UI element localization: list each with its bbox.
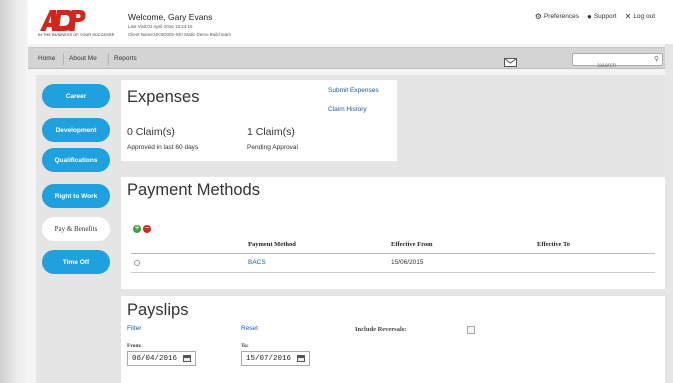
mail-icon[interactable] <box>504 54 517 67</box>
payslips-panel: Payslips Filter Reset Include Reversals:… <box>121 296 665 383</box>
to-date-label: To: <box>241 343 249 349</box>
payment-methods-panel: Payment Methods + − Payment Method Effec… <box>121 177 665 289</box>
speech-bubble-icon: ● <box>586 12 592 21</box>
nav-divider <box>63 53 64 65</box>
logout-link[interactable]: ✕ Log out <box>625 12 655 21</box>
payment-method-radio[interactable] <box>134 260 140 266</box>
claim-history-link[interactable]: Claim History <box>328 106 367 113</box>
submit-expenses-link[interactable]: Submit Expenses <box>328 87 379 94</box>
top-links: ⚙ Preferences ● Support ✕ Log out <box>535 12 655 21</box>
sidebar-item-right-to-work[interactable]: Right to Work <box>42 184 110 208</box>
client-name-text: Client Name:UKSD002-SEI Static Demo Buil… <box>128 32 232 37</box>
approved-claims-count: 0 Claim(s) <box>127 126 175 138</box>
close-icon: ✕ <box>624 12 632 21</box>
search-input[interactable] <box>573 60 653 72</box>
sidebar-item-qualifications[interactable]: Qualifications <box>42 148 110 172</box>
adp-logo[interactable] <box>38 8 86 32</box>
welcome-text: Welcome, Gary Evans <box>128 12 213 22</box>
nav-divider <box>108 53 109 65</box>
payslips-title: Payslips <box>127 301 189 319</box>
include-reversals-label: Include Reversals: <box>355 326 407 333</box>
pending-claims-count: 1 Claim(s) <box>247 126 295 138</box>
support-link[interactable]: ● Support <box>587 12 617 21</box>
to-date-field[interactable]: 15/07/2016 <box>241 351 310 366</box>
sidebar-item-pay-benefits[interactable]: Pay & Benefits <box>42 217 110 241</box>
search-box: ⚲ <box>572 53 663 72</box>
calendar-icon[interactable] <box>183 355 191 362</box>
preferences-link[interactable]: ⚙ Preferences <box>535 12 579 21</box>
approved-claims-label: Approved in last 60 days <box>127 144 199 151</box>
reset-link[interactable]: Reset <box>241 325 258 332</box>
from-date-value: 06/04/2016 <box>132 355 178 363</box>
from-date-field[interactable]: 06/04/2016 <box>127 351 196 366</box>
table-header-divider <box>131 253 655 254</box>
search-icon[interactable]: ⚲ <box>654 55 659 63</box>
expenses-title: Expenses <box>127 88 200 106</box>
page-gutter-left <box>0 0 28 383</box>
app-header: IN THE BUSINESS OF YOUR SUCCESS® Welcome… <box>28 0 673 44</box>
from-date-label: From: <box>127 343 142 349</box>
sidebar-item-time-off[interactable]: Time Off <box>42 250 110 274</box>
remove-icon[interactable]: − <box>143 225 151 233</box>
column-header-effective-from: Effective From <box>391 241 433 248</box>
add-icon[interactable]: + <box>133 225 141 233</box>
expenses-panel: Expenses Submit Expenses Claim History 0… <box>121 80 397 161</box>
to-date-value: 15/07/2016 <box>246 355 292 363</box>
calendar-icon[interactable] <box>297 355 305 362</box>
payment-methods-title: Payment Methods <box>127 181 260 199</box>
page-gutter-right <box>665 0 673 383</box>
pending-claims-label: Pending Approval <box>247 144 298 151</box>
include-reversals-checkbox[interactable] <box>467 326 475 334</box>
column-header-effective-to: Effective To <box>537 241 571 248</box>
effective-from-cell: 15/06/2015 <box>391 259 424 266</box>
nav-reports[interactable]: Reports <box>114 55 137 62</box>
table-row: BACS 15/06/2015 <box>121 255 665 271</box>
logo-tagline: IN THE BUSINESS OF YOUR SUCCESS® <box>38 33 115 37</box>
payment-method-cell[interactable]: BACS <box>248 259 266 266</box>
logout-label: Log out <box>633 13 655 20</box>
nav-home[interactable]: Home <box>38 55 55 62</box>
support-label: Support <box>593 13 617 20</box>
table-row-divider <box>131 272 655 273</box>
filter-link[interactable]: Filter <box>127 325 141 332</box>
column-header-payment-method: Payment Method <box>248 241 296 248</box>
gear-icon: ⚙ <box>534 12 542 21</box>
sidebar-item-career[interactable]: Career <box>42 84 110 108</box>
nav-about-me[interactable]: About Me <box>69 55 97 62</box>
main-nav: Home About Me Reports ⚲ <box>28 47 665 72</box>
sidebar-item-development[interactable]: Development <box>42 118 110 142</box>
last-visit-text: Last Visit:01 April 2016 15:24:16 <box>128 24 193 29</box>
preferences-label: Preferences <box>543 13 579 20</box>
